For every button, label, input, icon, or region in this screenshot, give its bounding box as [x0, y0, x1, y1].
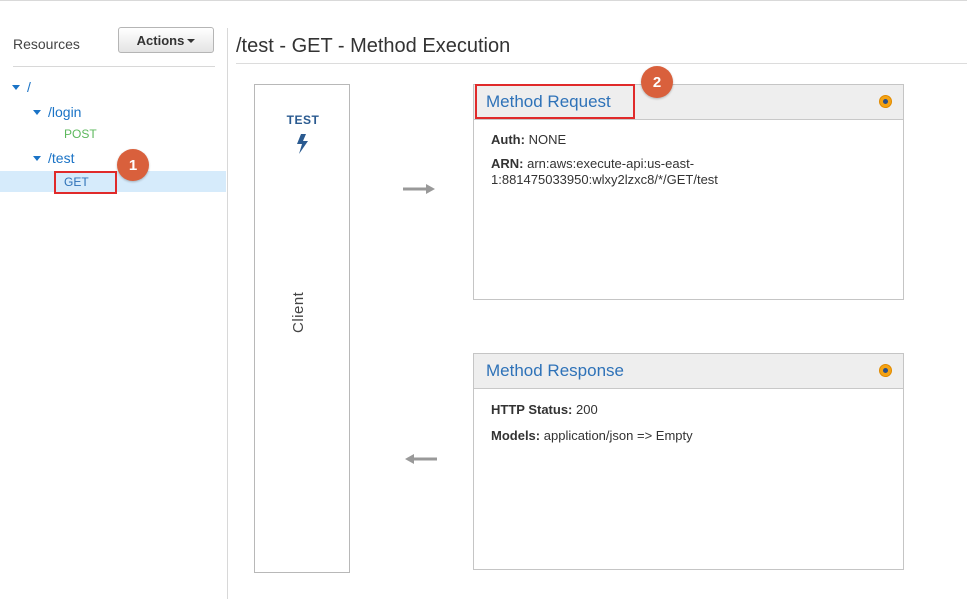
- http-status-value: 200: [576, 402, 598, 417]
- auth-value: NONE: [528, 132, 567, 147]
- annotation-highlight-get: [54, 171, 117, 194]
- http-status-key: HTTP Status:: [491, 402, 573, 417]
- method-response-header: Method Response: [474, 354, 903, 389]
- sidebar-separator: [13, 66, 215, 67]
- auth-key: Auth:: [491, 132, 525, 147]
- arn-value-line2: 1:881475033950:wlxy2lzxc8/*/GET/test: [491, 172, 718, 187]
- annotation-highlight-method-request: [475, 84, 635, 119]
- models-line: Models: application/json => Empty: [491, 428, 693, 444]
- title-underline: [236, 63, 967, 64]
- method-response-link[interactable]: Method Response: [486, 361, 624, 381]
- models-key: Models:: [491, 428, 541, 443]
- tree-item-root[interactable]: /: [12, 79, 31, 95]
- tree-item-post-label: POST: [64, 127, 97, 141]
- status-dot-icon: [879, 95, 892, 108]
- annotation-badge-1: 1: [117, 149, 149, 181]
- expand-triangle-icon: [12, 84, 20, 90]
- tree-item-login-label: /login: [48, 104, 82, 120]
- client-column: TEST Client: [254, 84, 350, 573]
- status-dot-icon: [879, 364, 892, 377]
- tree-item-login-post[interactable]: POST: [64, 127, 97, 141]
- test-link[interactable]: TEST: [255, 113, 351, 127]
- tree-item-test-label: /test: [48, 150, 75, 166]
- expand-triangle-icon: [33, 155, 41, 161]
- method-response-panel: Method Response HTTP Status: 200 Models:…: [473, 353, 904, 570]
- client-label: Client: [290, 291, 307, 333]
- resources-sidebar: Resources Actions / /login POST /test GE…: [0, 0, 227, 599]
- page-title: /test - GET - Method Execution: [236, 35, 511, 57]
- actions-dropdown-button[interactable]: Actions: [118, 27, 214, 53]
- arrow-right-icon: [403, 184, 435, 194]
- tree-item-root-label: /: [27, 79, 31, 95]
- caret-down-icon: [187, 39, 196, 43]
- lightning-bolt-icon[interactable]: [294, 133, 312, 155]
- expand-triangle-icon: [33, 109, 41, 115]
- tree-item-test[interactable]: /test: [33, 150, 74, 166]
- resources-label: Resources: [13, 36, 80, 52]
- models-value: application/json => Empty: [543, 428, 693, 443]
- sidebar-divider: [227, 28, 228, 599]
- auth-line: Auth: NONE: [491, 132, 566, 148]
- http-status-line: HTTP Status: 200: [491, 402, 598, 418]
- actions-label: Actions: [136, 32, 185, 48]
- annotation-badge-2: 2: [641, 66, 673, 98]
- arn-line: ARN: arn:aws:execute-api:us-east-: [491, 156, 694, 172]
- arn-value-line1: arn:aws:execute-api:us-east-: [527, 156, 695, 171]
- arn-key: ARN:: [491, 156, 524, 171]
- arrow-left-icon: [405, 454, 437, 464]
- tree-item-login[interactable]: /login: [33, 104, 81, 120]
